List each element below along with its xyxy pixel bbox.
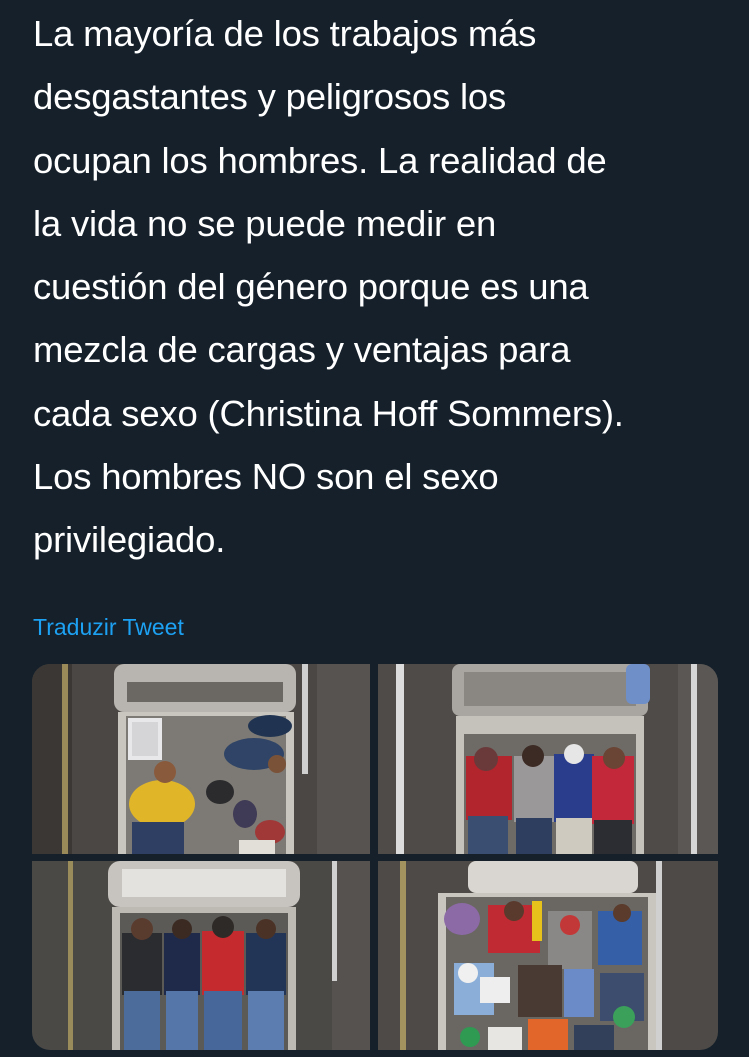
tweet-photo-4[interactable] <box>378 861 718 1050</box>
tweet-text-line: privilegiado. <box>33 519 226 561</box>
truck-bed-photo-icon <box>378 861 718 1050</box>
tweet-media-grid <box>32 664 718 1050</box>
tweet-text-line: cuestión del género porque es una <box>33 266 589 308</box>
truck-bed-photo-icon <box>32 861 370 1050</box>
tweet-text-line: ocupan los hombres. La realidad de <box>33 139 607 181</box>
truck-bed-photo-icon <box>378 664 718 854</box>
tweet-text-line: Los hombres NO son el sexo <box>33 456 499 498</box>
tweet-text-line: mezcla de cargas y ventajas para <box>33 329 571 371</box>
tweet-text-line: cada sexo (Christina Hoff Sommers). <box>33 392 624 434</box>
tweet-text-line: la vida no se puede medir en <box>33 202 497 244</box>
truck-bed-photo-icon <box>32 664 370 854</box>
tweet-text-line: desgastantes y peligrosos los <box>33 76 507 118</box>
translate-tweet-link[interactable]: Traduzir Tweet <box>33 612 184 642</box>
tweet-text: La mayoría de los trabajos más desgastan… <box>33 2 733 572</box>
tweet-text-line: La mayoría de los trabajos más <box>33 13 537 54</box>
tweet-photo-1[interactable] <box>32 664 370 854</box>
tweet-detail: La mayoría de los trabajos más desgastan… <box>0 0 749 1057</box>
tweet-photo-3[interactable] <box>32 861 370 1050</box>
tweet-photo-2[interactable] <box>378 664 718 854</box>
